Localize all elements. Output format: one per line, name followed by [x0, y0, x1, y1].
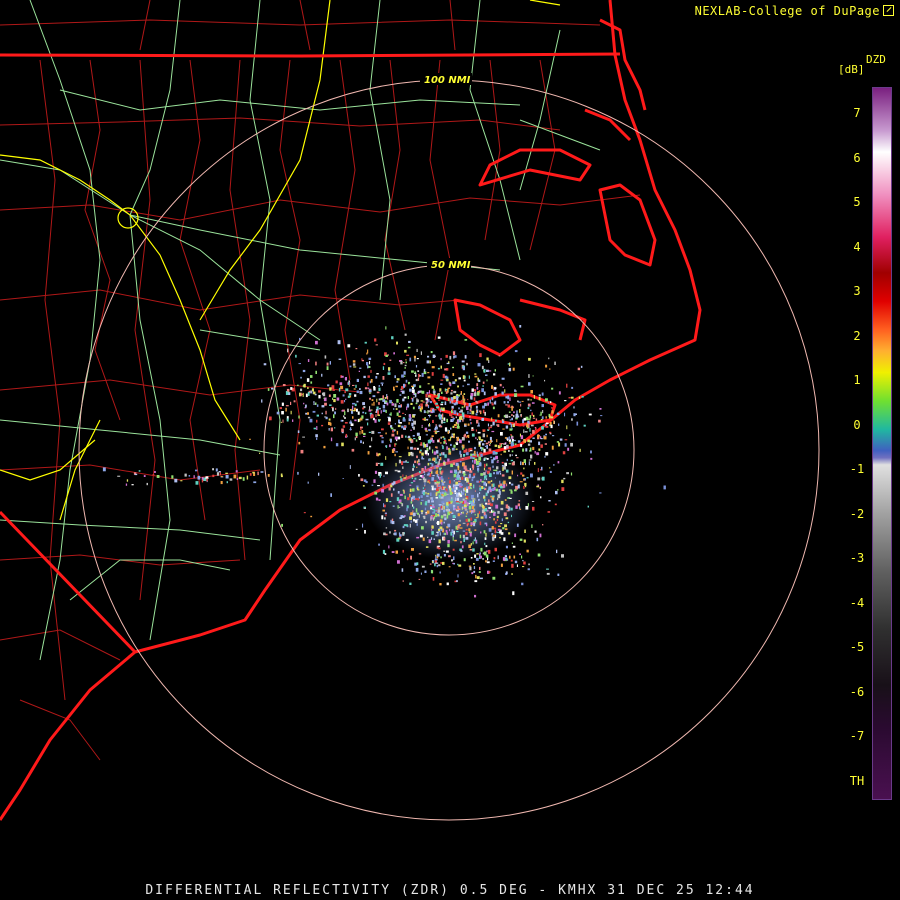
- credit-text: NEXLAB-College of DuPage: [694, 4, 880, 18]
- legend-tick: 4: [853, 239, 861, 254]
- credit-label[interactable]: NEXLAB-College of DuPage: [695, 4, 894, 18]
- legend-tick: -2: [849, 506, 865, 521]
- legend-tick: -7: [849, 729, 865, 743]
- legend-tick: -4: [849, 595, 865, 610]
- ring-label-100: 100 NMI: [424, 75, 471, 86]
- legend-tick: 6: [853, 150, 861, 165]
- legend-tick: 7: [853, 106, 861, 120]
- legend-product: DZD: [866, 53, 886, 66]
- radar-map: 50 NMI 100 NMI: [0, 0, 820, 821]
- legend-tick: -1: [849, 462, 865, 476]
- major-highways: [0, 0, 561, 521]
- legend-unit: [dB]: [838, 63, 865, 76]
- legend-tick: 3: [853, 284, 861, 298]
- minor-highways: [0, 0, 601, 661]
- radar-echoes: [102, 325, 666, 598]
- external-link-icon: [883, 5, 894, 16]
- state-borders: [0, 52, 621, 654]
- legend-tick: -3: [849, 551, 865, 565]
- legend-tick: TH: [849, 773, 865, 788]
- legend-tick: -6: [849, 684, 865, 699]
- legend-tick: 0: [853, 417, 861, 432]
- legend-tick: 2: [853, 328, 861, 343]
- legend-tick: 5: [853, 195, 861, 209]
- legend-tick: 1: [853, 373, 861, 387]
- legend-color-bar: [872, 87, 892, 800]
- legend-tick: -5: [849, 640, 865, 654]
- ring-label-50: 50 NMI: [431, 260, 471, 271]
- product-caption: DIFFERENTIAL REFLECTIVITY (ZDR) 0.5 DEG …: [145, 883, 755, 898]
